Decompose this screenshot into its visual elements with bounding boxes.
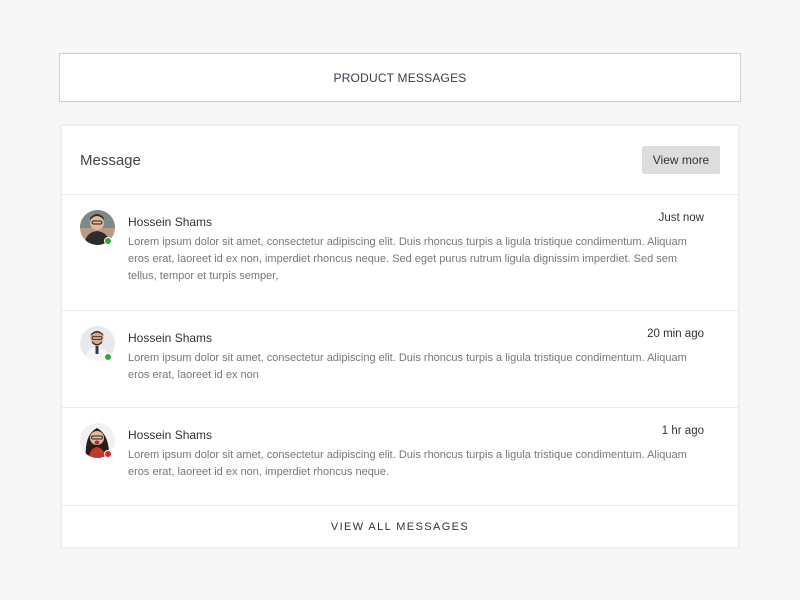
online-status-dot [104, 237, 112, 245]
card-header: Message View more [62, 126, 738, 195]
view-all-messages-link[interactable]: VIEW ALL MESSAGES [62, 506, 738, 547]
sender-name[interactable]: Hossein Shams [128, 428, 212, 442]
message-item[interactable]: Hossein Shams 1 hr ago Lorem ipsum dolor… [62, 408, 738, 506]
message-time: 1 hr ago [661, 425, 704, 437]
sender-name[interactable]: Hossein Shams [128, 215, 212, 229]
card-title: Message [80, 151, 141, 169]
message-item[interactable]: Hossein Shams 20 min ago Lorem ipsum dol… [62, 311, 738, 408]
online-status-dot [104, 353, 112, 361]
message-text: Lorem ipsum dolor sit amet, consectetur … [128, 352, 687, 381]
message-text: Lorem ipsum dolor sit amet, consectetur … [128, 236, 687, 282]
page-title: PRODUCT MESSAGES [333, 70, 467, 85]
message-time: Just now [658, 212, 704, 224]
message-text: Lorem ipsum dolor sit amet, consectetur … [128, 449, 687, 478]
message-time: 20 min ago [647, 328, 704, 340]
avatar-container [80, 210, 115, 245]
page-header-bar: PRODUCT MESSAGES [59, 53, 741, 102]
avatar-container [80, 423, 115, 458]
sender-name[interactable]: Hossein Shams [128, 331, 212, 345]
busy-status-dot [104, 450, 112, 458]
messages-card: Message View more Hossein Shams Just now… [61, 125, 739, 548]
message-item[interactable]: Hossein Shams Just now Lorem ipsum dolor… [62, 195, 738, 311]
avatar-container [80, 326, 115, 361]
view-more-button[interactable]: View more [642, 146, 720, 174]
